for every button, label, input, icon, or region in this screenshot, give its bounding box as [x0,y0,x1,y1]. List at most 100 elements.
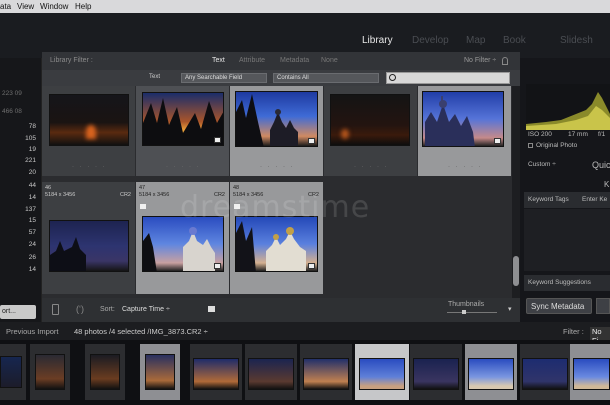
module-library[interactable]: Library [362,35,393,46]
photo-thumbnail[interactable] [49,220,129,272]
rating-dots[interactable]: · · · · · [354,164,389,170]
filmstrip-cell-selected[interactable] [140,344,180,400]
grid-cell-selected[interactable]: · · · · · [230,86,323,176]
filmstrip-cell[interactable] [245,344,297,400]
grid-scrollbar[interactable] [512,86,520,298]
chevron-down-icon[interactable]: ▾ [508,305,512,313]
import-button[interactable]: ort... [0,305,36,319]
grid-cell[interactable]: · · · · · [324,86,417,176]
original-photo-checkbox[interactable] [528,143,533,148]
module-map[interactable]: Map [466,35,485,46]
scrollbar-thumb[interactable] [513,256,519,286]
rating-dots[interactable]: · · · · · [448,164,483,170]
filmstrip-thumbnail[interactable] [573,358,610,390]
photo-thumbnail[interactable] [330,94,410,146]
rating-dots[interactable]: · · · · · [72,164,107,170]
slider-handle[interactable] [462,310,466,314]
filmstrip-cell[interactable] [300,344,352,400]
filmstrip-thumbnail[interactable] [468,358,514,390]
sync-settings-button[interactable] [596,298,610,314]
menu-item-data[interactable]: ata [0,2,11,11]
filmstrip-thumbnail[interactable] [522,358,568,390]
module-book[interactable]: Book [503,35,526,46]
folder-row[interactable]: 20 [0,169,38,179]
filmstrip-cell[interactable] [520,344,570,400]
thumbnail-size-slider[interactable] [447,312,497,313]
filmstrip-thumbnail[interactable] [35,354,65,390]
text-filter-row: Text Any Searchable Field Contains All [42,70,520,86]
trash-icon[interactable] [52,304,59,315]
filter-tab-attribute[interactable]: Attribute [239,57,265,64]
photo-thumbnail[interactable] [235,91,318,147]
flag-icon[interactable] [140,204,146,209]
edit-badge-icon [494,138,501,144]
photo-thumbnail[interactable] [422,91,504,147]
filmstrip-cell[interactable] [85,344,125,400]
filmstrip-thumbnail[interactable] [248,358,294,390]
menu-item-window[interactable]: Window [40,2,68,11]
grid-cell[interactable]: · · · · · [42,86,135,176]
rule-dropdown[interactable]: Contains All [273,73,379,83]
folder-row[interactable]: 105 [0,135,38,145]
photo-thumbnail[interactable] [49,94,129,146]
searchable-field-dropdown[interactable]: Any Searchable Field [181,73,267,83]
flag-pick-icon[interactable] [208,306,215,312]
keyword-suggestions-row: Keyword Suggestions [524,275,610,291]
keyword-suggestions-label: Keyword Suggestions [528,279,591,286]
sync-metadata-button[interactable]: Sync Metadata [526,298,592,314]
filter-preset-dropdown[interactable]: No Filter ÷ [464,57,496,64]
filter-tab-none[interactable]: None [321,57,338,64]
painter-icon[interactable]: (ʻ) [76,304,84,314]
cell-file-type: CR2 [119,192,131,198]
filmstrip-thumbnail[interactable] [303,358,349,390]
folder-row[interactable]: 14 [0,266,38,276]
filmstrip-thumbnail[interactable] [359,358,405,390]
folder-row[interactable]: 15 [0,217,38,227]
custom-dropdown[interactable]: Custom ÷ [528,161,556,168]
folder-row[interactable]: 223 09 [0,90,38,100]
folder-row[interactable]: 137 [0,206,38,216]
keyword-tags-dropdown[interactable]: Enter Ke [582,196,607,203]
filmstrip-cell-selected[interactable] [465,344,517,400]
folder-row[interactable]: 19 [0,146,38,156]
search-input[interactable] [386,72,510,84]
filmstrip-thumbnail[interactable] [193,358,239,390]
menu-item-help[interactable]: Help [75,2,91,11]
lock-icon[interactable] [502,57,508,65]
filter-tab-text[interactable]: Text [212,57,225,64]
module-develop[interactable]: Develop [412,35,449,46]
folder-row[interactable]: 78 [0,123,38,133]
keyword-entry-area[interactable] [524,209,610,271]
folder-row[interactable]: 24 [0,241,38,251]
grid-cell[interactable]: 46 5184 x 3456 CR2 [42,182,135,294]
menu-item-view[interactable]: View [17,2,34,11]
filmstrip-cell[interactable] [30,344,70,400]
folder-row[interactable]: 57 [0,229,38,239]
module-slideshow[interactable]: Slidesh [560,35,593,46]
grid-cell-selected[interactable]: · · · · · [418,86,511,176]
filmstrip-cell[interactable] [0,344,26,400]
folder-row[interactable]: 26 [0,254,38,264]
filmstrip-cell-selected[interactable] [355,344,409,400]
filmstrip-thumbnail[interactable] [90,354,120,390]
folder-row[interactable]: 14 [0,194,38,204]
filmstrip-thumbnail[interactable] [145,354,175,390]
filmstrip-cell[interactable] [410,344,462,400]
rating-dots[interactable]: · · · · · [260,164,295,170]
previous-import-label[interactable]: Previous Import [6,327,59,336]
filter-tab-metadata[interactable]: Metadata [280,57,309,64]
folder-row[interactable]: 466 08 [0,108,38,118]
filmstrip-thumbnail[interactable] [413,358,459,390]
photo-thumbnail[interactable] [142,92,224,146]
rating-dots[interactable]: · · · · · [166,164,201,170]
folder-row[interactable]: 221 [0,157,38,167]
filmstrip-cell[interactable] [190,344,242,400]
sort-dropdown[interactable]: Capture Time ÷ [122,306,170,313]
church-silhouette [143,227,215,271]
filmstrip-thumbnail[interactable] [0,356,22,388]
folder-row[interactable]: 44 [0,182,38,192]
filmstrip [0,340,610,405]
selection-summary[interactable]: 48 photos /4 selected /IMG_3873.CR2 ÷ [74,327,208,336]
grid-cell[interactable]: · · · · · [136,86,229,176]
filmstrip-cell-selected[interactable] [570,344,610,400]
